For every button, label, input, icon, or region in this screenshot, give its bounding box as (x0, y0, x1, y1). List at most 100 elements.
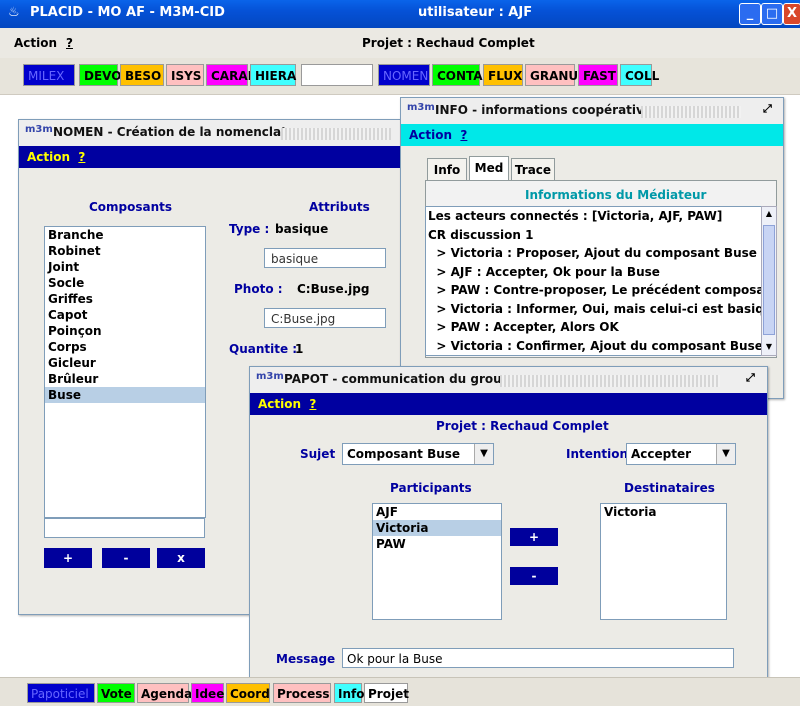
tab-trace[interactable]: Trace (511, 158, 555, 180)
component-list-item[interactable]: Griffes (45, 291, 205, 307)
participants-header: Participants (390, 481, 472, 495)
recipients-list[interactable]: Victoria (600, 503, 727, 620)
mediator-line: > PAW : Contre-proposer, Le précédent co… (436, 283, 762, 297)
papot-title-bar[interactable]: m3m PAPOT - communication du groupe ⤢ (250, 367, 767, 394)
nomen-menu-help[interactable]: ? (78, 150, 85, 164)
component-list-item[interactable]: Buse (45, 387, 205, 403)
module-button-milex[interactable]: MILEX (23, 64, 75, 86)
photo-field[interactable]: C:Buse.jpg (264, 308, 386, 328)
component-list-item[interactable]: Capot (45, 307, 205, 323)
nomen-title-bar[interactable]: m3m NOMEN - Création de la nomenclature (19, 120, 402, 147)
scroll-up-icon[interactable]: ▲ (762, 207, 776, 221)
module-button-coll[interactable]: COLL (620, 64, 659, 86)
module-button-caraf[interactable]: CARAF (206, 64, 256, 86)
component-list-item[interactable]: Joint (45, 259, 205, 275)
photo-label: Photo : (234, 282, 283, 296)
component-list-item[interactable]: Poinçon (45, 323, 205, 339)
module-button-beso[interactable]: BESO (120, 64, 164, 86)
java-app-icon: ♨ (8, 5, 20, 20)
maximize-icon[interactable]: ⤢ (763, 102, 772, 116)
project-label: Projet : Rechaud Complet (362, 36, 535, 50)
mediator-line: CR discussion 1 (428, 227, 534, 242)
window-title-bar[interactable]: ♨ PLACID - MO AF - M3M-CID utilisateur :… (0, 0, 800, 28)
component-list-item[interactable]: Socle (45, 275, 205, 291)
component-list-item[interactable]: Corps (45, 339, 205, 355)
module-button-nomen[interactable]: NOMEN (378, 64, 430, 86)
title-grip (641, 106, 741, 118)
quantity-label: Quantite : (229, 342, 298, 356)
message-input[interactable]: Ok pour la Buse (342, 648, 734, 668)
module-button-flux[interactable]: FLUX (483, 64, 523, 86)
tool-button-projet[interactable]: Projet (364, 683, 409, 703)
participant-list-item[interactable]: Victoria (373, 520, 501, 536)
scroll-thumb[interactable] (763, 225, 775, 335)
intention-combo[interactable]: Accepter ▼ (626, 443, 736, 465)
module-button-hiera[interactable]: HIERA (250, 64, 296, 86)
chevron-down-icon[interactable]: ▼ (716, 444, 735, 464)
tab-med[interactable]: Med (469, 156, 509, 180)
component-list-item[interactable]: Gicleur (45, 355, 205, 371)
delete-component-button[interactable]: x (157, 548, 205, 568)
add-recipient-button[interactable]: + (510, 528, 558, 546)
tool-button-papoticiel[interactable]: Papoticiel (27, 683, 95, 703)
module-button-fast[interactable]: FAST (578, 64, 618, 86)
tool-button-coord[interactable]: Coord (226, 683, 270, 703)
recipient-list-item[interactable]: Victoria (601, 504, 726, 520)
minimize-button[interactable]: _ (739, 3, 761, 25)
title-grip (500, 375, 720, 387)
component-list-item[interactable]: Brûleur (45, 371, 205, 387)
scrollbar[interactable]: ▲ ▼ (761, 206, 777, 356)
participants-list[interactable]: AJF Victoria PAW (372, 503, 502, 620)
window-title: PLACID - MO AF - M3M-CID (30, 5, 225, 20)
component-list-item[interactable]: Robinet (45, 243, 205, 259)
component-list-item[interactable]: Branche (45, 227, 205, 243)
mediator-line: Les acteurs connectés : [Victoria, AJF, … (428, 209, 723, 223)
subject-combo[interactable]: Composant Buse ▼ (342, 443, 494, 465)
type-field[interactable]: basique (264, 248, 386, 268)
menu-help[interactable]: ? (66, 36, 73, 50)
message-label: Message (276, 652, 336, 666)
info-frame: m3m INFO - informations coopératives ⤢ A… (400, 97, 784, 399)
close-button[interactable]: X (783, 3, 800, 25)
scroll-down-icon[interactable]: ▼ (762, 340, 776, 354)
module-button-devo[interactable]: DEVO (79, 64, 121, 86)
mediator-heading: Informations du Médiateur (525, 188, 707, 202)
nomen-menu-bar: Action ? (19, 146, 402, 168)
intention-label: Intention (566, 447, 629, 461)
component-name-input[interactable] (44, 518, 205, 538)
info-menu-help[interactable]: ? (460, 128, 467, 142)
module-button-conta[interactable]: CONTA (432, 64, 483, 86)
tool-button-info[interactable]: Info (334, 683, 364, 703)
papot-menu-action[interactable]: Action (258, 397, 301, 411)
maximize-icon[interactable]: ⤢ (746, 371, 755, 385)
m3m-logo: m3m (25, 124, 53, 135)
menu-action[interactable]: Action (14, 36, 57, 50)
module-button-blank[interactable] (301, 64, 373, 86)
maximize-button[interactable]: □ (761, 3, 783, 25)
papot-title: PAPOT - communication du groupe (284, 372, 519, 386)
remove-recipient-button[interactable]: - (510, 567, 558, 585)
tool-button-idee[interactable]: Idee (191, 683, 224, 703)
info-title: INFO - informations coopératives (435, 103, 660, 117)
chevron-down-icon[interactable]: ▼ (474, 444, 493, 464)
papot-menu-help[interactable]: ? (309, 397, 316, 411)
components-list[interactable]: Branche Robinet Joint Socle Griffes Capot Poin… (44, 226, 206, 518)
info-title-bar[interactable]: m3m INFO - informations coopératives ⤢ (401, 98, 783, 125)
mediator-line: > AJF : Accepter, Ok pour la Buse (428, 264, 660, 279)
tool-button-vote[interactable]: Vote (97, 683, 135, 703)
mediator-text-area[interactable]: Les acteurs connectés : [Victoria, AJF, … (425, 206, 763, 356)
info-menu-action[interactable]: Action (409, 128, 452, 142)
tab-info[interactable]: Info (427, 158, 467, 180)
remove-component-button[interactable]: - (102, 548, 150, 568)
nomen-menu-action[interactable]: Action (27, 150, 70, 164)
module-button-isys[interactable]: ISYS (166, 64, 204, 86)
add-component-button[interactable]: + (44, 548, 92, 568)
menu-bar: Action ? Projet : Rechaud Complet (0, 28, 800, 58)
participant-list-item[interactable]: PAW (373, 536, 501, 552)
m3m-logo: m3m (256, 371, 284, 382)
photo-value: C:Buse.jpg (297, 282, 370, 296)
participant-list-item[interactable]: AJF (373, 504, 501, 520)
module-button-granu[interactable]: GRANU (525, 64, 578, 86)
tool-button-process[interactable]: Process (273, 683, 331, 703)
tool-button-agenda[interactable]: Agenda (137, 683, 192, 703)
